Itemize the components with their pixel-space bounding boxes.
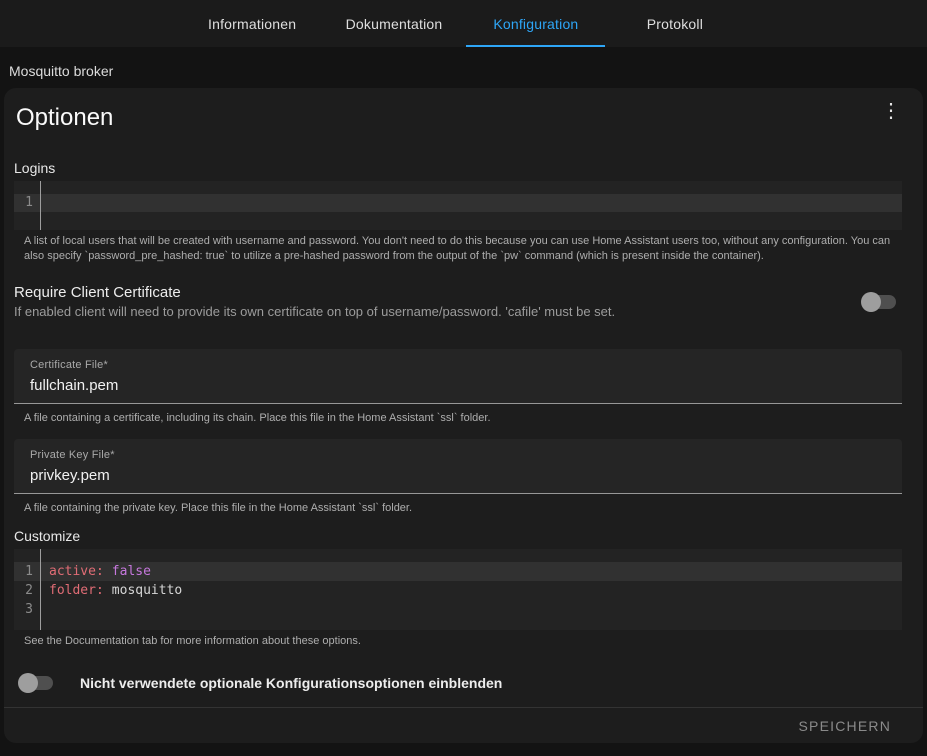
yaml-bool-token: false — [112, 564, 151, 579]
tab-label: Dokumentation — [346, 16, 443, 32]
certfile-label: Certificate File* — [30, 359, 886, 372]
kebab-menu-icon: ⋮ — [881, 98, 901, 123]
line-code: active: false — [40, 562, 151, 581]
line-number: 3 — [14, 600, 40, 619]
keyfile-label: Private Key File* — [30, 449, 886, 462]
show-unused-options-row: Nicht verwendete optionale Konfiguration… — [18, 673, 923, 693]
tab-protokoll[interactable]: Protokoll — [605, 0, 744, 47]
card-title: Optionen — [4, 88, 923, 133]
line-code: folder: mosquitto — [40, 581, 182, 600]
tab-konfiguration[interactable]: Konfiguration — [466, 0, 605, 47]
customize-yaml-editor[interactable]: 1 active: false 2 folder: mosquitto 3 — [14, 549, 902, 630]
save-button[interactable]: SPEICHERN — [799, 718, 891, 734]
tab-dokumentation[interactable]: Dokumentation — [322, 0, 467, 47]
addon-name: Mosquitto broker — [9, 63, 927, 79]
card-footer: SPEICHERN — [4, 707, 923, 743]
line-number: 2 — [14, 581, 40, 600]
keyfile-input[interactable]: Private Key File* privkey.pem — [14, 439, 902, 494]
require-client-certificate-switch[interactable] — [861, 292, 897, 312]
line-code — [40, 600, 49, 619]
logins-section-label: Logins — [14, 160, 923, 176]
require-client-certificate-description: If enabled client will need to provide i… — [14, 304, 821, 320]
editor-line: 1 — [14, 194, 902, 212]
customize-section-label: Customize — [14, 528, 923, 544]
line-code — [40, 194, 49, 212]
yaml-key-token: active: — [49, 564, 104, 579]
editor-padding — [14, 549, 902, 562]
certfile-input[interactable]: Certificate File* fullchain.pem — [14, 349, 902, 404]
options-card: Optionen ⋮ Logins 1 A list of local user… — [4, 88, 923, 743]
editor-padding — [14, 212, 902, 230]
editor-padding — [14, 181, 902, 194]
show-unused-options-switch[interactable] — [18, 673, 54, 693]
overflow-menu-button[interactable]: ⋮ — [875, 94, 907, 126]
yaml-value-token: mosquitto — [112, 583, 182, 598]
keyfile-helper-text: A file containing the private key. Place… — [24, 501, 899, 516]
certfile-value: fullchain.pem — [30, 376, 886, 395]
active-tab-indicator — [466, 45, 605, 47]
editor-line: 2 folder: mosquitto — [14, 581, 902, 600]
yaml-key-token: folder: — [49, 583, 104, 598]
show-unused-options-label: Nicht verwendete optionale Konfiguration… — [80, 675, 502, 691]
require-client-certificate-block: Require Client Certificate If enabled cl… — [14, 284, 911, 320]
switch-thumb — [861, 292, 881, 312]
switch-thumb — [18, 673, 38, 693]
tab-label: Protokoll — [647, 16, 703, 32]
tab-label: Informationen — [208, 16, 296, 32]
tab-label: Konfiguration — [493, 16, 578, 32]
line-number: 1 — [14, 562, 40, 581]
require-client-certificate-label: Require Client Certificate — [14, 284, 821, 302]
editor-line: 1 active: false — [14, 562, 902, 581]
logins-helper-text: A list of local users that will be creat… — [24, 234, 899, 263]
tab-informationen[interactable]: Informationen — [183, 0, 322, 47]
certfile-helper-text: A file containing a certificate, includi… — [24, 411, 899, 426]
customize-helper-text: See the Documentation tab for more infor… — [24, 634, 899, 649]
line-number: 1 — [14, 194, 40, 212]
editor-line: 3 — [14, 600, 902, 619]
keyfile-value: privkey.pem — [30, 466, 886, 485]
editor-padding — [14, 619, 902, 630]
addon-tabbar: Informationen Dokumentation Konfiguratio… — [0, 0, 927, 47]
logins-yaml-editor[interactable]: 1 — [14, 181, 902, 230]
